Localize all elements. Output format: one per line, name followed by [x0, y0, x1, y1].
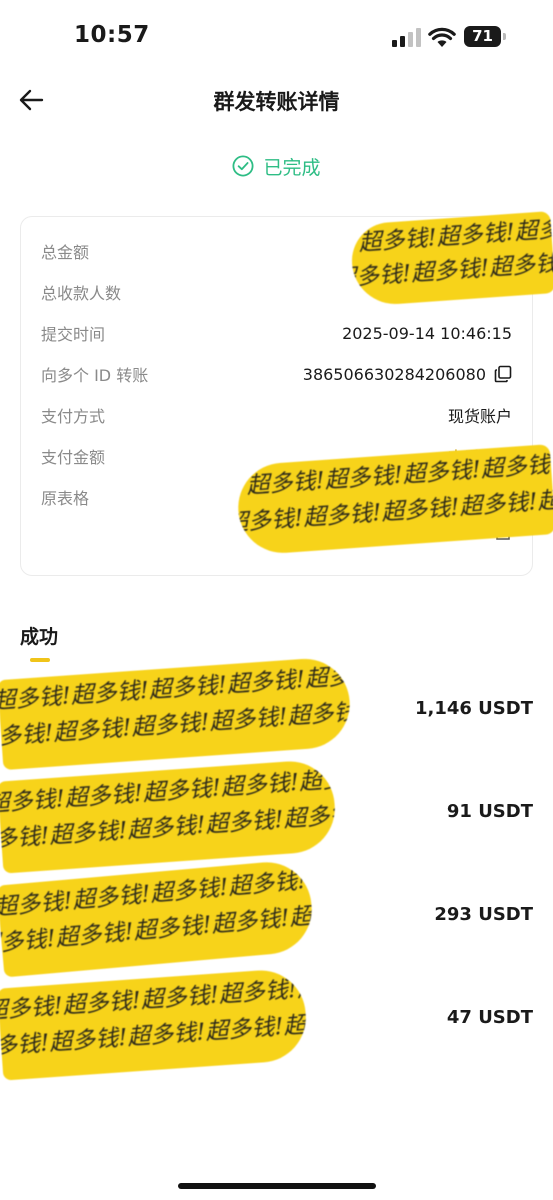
wifi-icon	[428, 27, 456, 47]
multi-id-row: 向多个 ID 转账 386506630284206080	[41, 359, 512, 389]
submit-time-row: 提交时间 2025-09-14 10:46:15	[41, 318, 512, 348]
battery-icon: 71	[464, 26, 506, 47]
tab-success-label: 成功	[20, 626, 59, 648]
transfer-status: 已完成	[0, 150, 553, 182]
cellular-signal-icon	[392, 28, 421, 47]
redaction-scribble: 超多钱!超多钱!超多钱!超多钱!超多钱!超多钱! 超多钱!超多钱!超多钱!超多钱…	[349, 211, 553, 307]
recipients-label: 总收款人数	[41, 284, 122, 303]
redaction-scribble: 超多钱!超多钱!超多钱!超多钱!超多钱!超多钱! 超多钱!超多钱!超多钱!超多钱…	[0, 858, 316, 978]
tab-active-indicator	[30, 658, 50, 662]
payment-amount-label: 支付金额	[41, 448, 106, 467]
multi-id-value: 386506630284206080	[302, 364, 486, 384]
transfer-amount: 47 USDT	[446, 1007, 533, 1028]
transfer-amount: 293 USDT	[434, 904, 533, 925]
tab-success[interactable]: 成功	[20, 622, 59, 662]
submit-time-value: 2025-09-14 10:46:15	[342, 323, 512, 343]
status-bar: 10:57 71	[0, 0, 553, 74]
multi-id-label: 向多个 ID 转账	[41, 366, 149, 385]
transfer-amount: 1,146 USDT	[414, 698, 533, 719]
check-circle-icon	[232, 155, 254, 177]
battery-level: 71	[464, 26, 501, 47]
payment-method-value: 现货账户	[447, 407, 512, 426]
redaction-scribble: 超多钱!超多钱!超多钱!超多钱!超多钱!超多钱! 超多钱!超多钱!超多钱!超多钱…	[0, 967, 309, 1081]
total-amount-label: 总金额	[41, 243, 90, 262]
payment-method-row: 支付方式 现货账户	[41, 400, 512, 430]
payment-method-label: 支付方式	[41, 407, 106, 426]
multi-id-value-group: 386506630284206080	[303, 365, 512, 384]
status-text: 已完成	[263, 156, 321, 179]
original-sheet-label: 原表格	[41, 489, 90, 508]
status-time: 10:57	[74, 22, 150, 48]
page-title: 群发转账详情	[213, 90, 340, 114]
submit-time-label: 提交时间	[41, 325, 106, 344]
home-indicator[interactable]	[178, 1183, 376, 1189]
nav-bar: 群发转账详情	[0, 74, 553, 126]
copy-icon[interactable]	[494, 365, 512, 383]
transfer-amount: 91 USDT	[446, 801, 533, 822]
